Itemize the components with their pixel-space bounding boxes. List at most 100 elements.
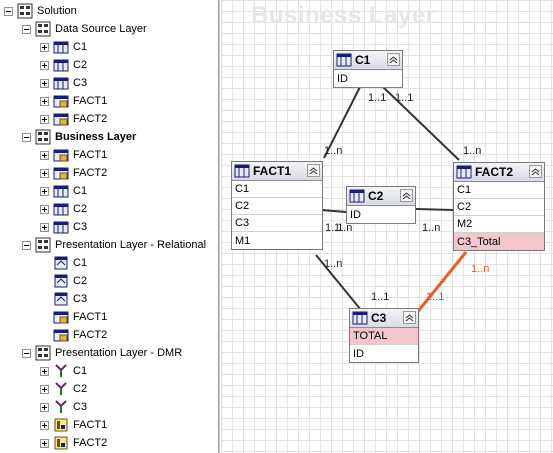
collapse-toggle-icon[interactable] xyxy=(22,132,31,142)
tree-item[interactable]: C2 xyxy=(40,200,87,218)
tree-label: Business Layer xyxy=(55,131,137,143)
tree-item[interactable]: C1 xyxy=(40,182,87,200)
field-row[interactable]: ID xyxy=(334,70,402,87)
field-row[interactable]: ID xyxy=(347,206,415,223)
field-row[interactable]: TOTAL xyxy=(350,328,418,345)
join-fact2-c3 xyxy=(409,251,468,321)
tree-item[interactable]: C3 xyxy=(40,398,87,416)
tree-item[interactable]: FACT2 xyxy=(40,110,107,128)
tree-item[interactable]: C3 xyxy=(40,218,87,236)
field-row[interactable]: C3_Total xyxy=(454,233,544,250)
expand-toggle-icon[interactable] xyxy=(40,168,49,178)
tree-item[interactable]: FACT2 xyxy=(40,326,107,344)
tree-label: C3 xyxy=(73,401,88,413)
tree-label: FACT1 xyxy=(73,311,108,323)
table-icon xyxy=(349,189,365,203)
expand-toggle-icon[interactable] xyxy=(40,204,49,214)
expand-toggle-icon[interactable] xyxy=(40,384,49,394)
field-row[interactable]: ID xyxy=(350,345,418,362)
expand-toggle-icon[interactable] xyxy=(40,366,49,376)
tree-item[interactable]: C1 xyxy=(40,254,87,272)
table-c3[interactable]: C3 TOTAL ID xyxy=(349,308,419,363)
table-fields: C1 C2 C3 M1 xyxy=(232,181,322,249)
table-fact1[interactable]: FACT1 C1 C2 C3 M1 xyxy=(231,161,323,250)
tree-label: FACT2 xyxy=(73,113,108,125)
tree-item[interactable]: C1 xyxy=(40,38,87,56)
tree-item[interactable]: FACT2 xyxy=(40,164,107,182)
join-c1-fact2 xyxy=(380,84,460,161)
join-c2-fact2 xyxy=(415,208,454,211)
collapse-icon[interactable] xyxy=(387,53,400,66)
expand-toggle-icon[interactable] xyxy=(40,420,49,430)
solution-tree: Solution Data Source Layer C1 C2 C3 FACT1 FACT… xyxy=(0,0,218,453)
table-title: C1 xyxy=(355,53,371,67)
tree-label: Data Source Layer xyxy=(55,23,147,35)
tree-label: FACT2 xyxy=(73,437,108,449)
table-title: FACT2 xyxy=(475,165,514,179)
expand-toggle-icon[interactable] xyxy=(40,96,49,106)
table-fields: TOTAL ID xyxy=(350,328,418,362)
field-row[interactable]: C3 xyxy=(232,215,322,232)
table-c2[interactable]: C2 ID xyxy=(346,186,416,224)
tree-label: C3 xyxy=(73,293,88,305)
table-icon xyxy=(456,165,472,179)
tree-item[interactable]: FACT2 xyxy=(40,434,107,452)
tree-label: C3 xyxy=(73,221,88,233)
tree-item[interactable]: C3 xyxy=(40,290,87,308)
collapse-toggle-icon[interactable] xyxy=(22,24,31,34)
tree-item[interactable]: C2 xyxy=(40,56,87,74)
tree-label: C2 xyxy=(73,59,88,71)
cardinality-label: 1..1 xyxy=(368,92,387,104)
tree-item[interactable]: FACT1 xyxy=(40,92,107,110)
collapse-icon[interactable] xyxy=(400,189,413,202)
expand-toggle-icon[interactable] xyxy=(40,60,49,70)
tree-node-solution[interactable]: Solution xyxy=(4,2,77,20)
table-icon xyxy=(336,53,352,67)
collapse-icon[interactable] xyxy=(403,311,416,324)
field-row[interactable]: C1 xyxy=(454,182,544,199)
field-row[interactable]: C1 xyxy=(232,181,322,198)
field-row[interactable]: M1 xyxy=(232,232,322,249)
join-fact1-c2 xyxy=(320,209,347,213)
collapse-icon[interactable] xyxy=(307,164,320,177)
tree-item[interactable]: C2 xyxy=(40,272,87,290)
expand-toggle-icon[interactable] xyxy=(40,402,49,412)
expand-toggle-icon[interactable] xyxy=(40,114,49,124)
expand-toggle-icon[interactable] xyxy=(40,186,49,196)
expand-toggle-icon[interactable] xyxy=(40,78,49,88)
diagram-canvas[interactable]: Business Layer C1 ID FACT1 C1 C2 C3 M1 C2 I… xyxy=(221,0,553,453)
expand-toggle-icon[interactable] xyxy=(40,42,49,52)
expand-toggle-icon[interactable] xyxy=(40,438,49,448)
expand-toggle-icon[interactable] xyxy=(40,150,49,160)
field-row[interactable]: M2 xyxy=(454,216,544,233)
tree-group-2[interactable]: Presentation Layer - Relational xyxy=(22,236,206,254)
collapse-toggle-icon[interactable] xyxy=(22,240,31,250)
tree-group-0[interactable]: Data Source Layer xyxy=(22,20,147,38)
tree-item[interactable]: FACT1 xyxy=(40,416,107,434)
collapse-toggle-icon[interactable] xyxy=(22,348,31,358)
expand-toggle-icon[interactable] xyxy=(40,222,49,232)
table-fields: ID xyxy=(334,70,402,87)
tree-group-1[interactable]: Business Layer xyxy=(22,128,136,146)
tree-item[interactable]: C2 xyxy=(40,380,87,398)
tree-item[interactable]: FACT1 xyxy=(40,146,107,164)
tree-label: FACT2 xyxy=(73,167,108,179)
tree-item[interactable]: C3 xyxy=(40,74,87,92)
table-c1[interactable]: C1 ID xyxy=(333,50,403,88)
cardinality-label: 1..n xyxy=(324,258,343,270)
tree-group-3[interactable]: Presentation Layer - DMR xyxy=(22,344,182,362)
field-row[interactable]: C2 xyxy=(454,199,544,216)
tree-item[interactable]: C1 xyxy=(40,362,87,380)
tree-label: C1 xyxy=(73,257,88,269)
table-fact2[interactable]: FACT2 C1 C2 M2 C3_Total xyxy=(453,162,545,251)
cardinality-label: 1..1 xyxy=(426,291,445,303)
table-title: C3 xyxy=(371,311,387,325)
tree-label: C2 xyxy=(73,203,88,215)
table-title: C2 xyxy=(368,189,384,203)
cardinality-label: 1..n xyxy=(334,222,353,234)
field-row[interactable]: C2 xyxy=(232,198,322,215)
collapse-icon[interactable] xyxy=(529,165,542,178)
tree-label: C1 xyxy=(73,41,88,53)
tree-item[interactable]: FACT1 xyxy=(40,308,107,326)
collapse-toggle-icon[interactable] xyxy=(4,6,13,16)
